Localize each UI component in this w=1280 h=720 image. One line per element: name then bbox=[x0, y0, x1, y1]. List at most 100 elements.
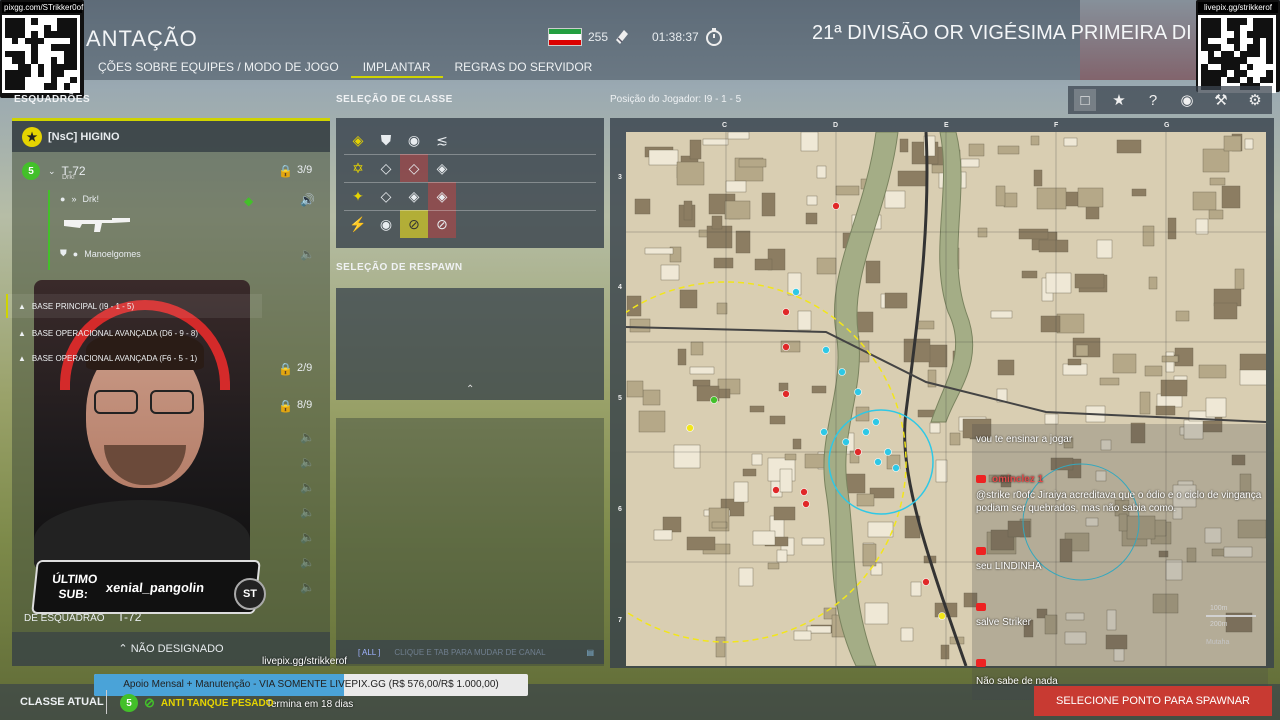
sniper-class-icon[interactable]: ◇ bbox=[372, 182, 400, 210]
heavy-anti-tank-class-icon[interactable]: ⊘ bbox=[400, 210, 428, 238]
shield-icon: ⛊ bbox=[60, 248, 67, 258]
match-timer: 01:38:37 bbox=[652, 30, 699, 44]
map-block bbox=[940, 644, 950, 660]
grenadier-class-icon[interactable]: ◇ bbox=[372, 154, 400, 182]
qr-pattern bbox=[2, 15, 80, 93]
driver-class-icon[interactable]: ◉ bbox=[400, 126, 428, 154]
map-block bbox=[1155, 405, 1176, 416]
pilot-class-icon[interactable]: ≲ bbox=[428, 126, 456, 154]
speaker-icon[interactable]: 🔈 bbox=[300, 555, 315, 569]
helmet-icon[interactable]: ◉ bbox=[1176, 89, 1198, 111]
map-block bbox=[676, 161, 705, 186]
map-marker bbox=[854, 388, 862, 396]
youtube-icon bbox=[976, 603, 986, 612]
automatic-class-icon[interactable]: ✦ bbox=[344, 182, 372, 210]
spawn-button[interactable]: SELECIONE PONTO PARA SPAWNAR bbox=[1034, 686, 1272, 716]
map-block bbox=[916, 320, 935, 330]
map-block bbox=[1062, 363, 1088, 376]
medic-class-icon[interactable]: ✡ bbox=[344, 154, 372, 182]
squad-leader-header[interactable]: ★ [NsC] HIGINO bbox=[12, 118, 330, 152]
speaker-icon[interactable]: 🔈 bbox=[300, 430, 315, 444]
map-block bbox=[1144, 365, 1163, 377]
map-block bbox=[1139, 391, 1151, 415]
lock-icon: 🔒 bbox=[278, 399, 293, 413]
chat-icon[interactable]: □ bbox=[1074, 89, 1096, 111]
send-icon[interactable]: ▤ bbox=[586, 648, 594, 657]
scout-class-icon[interactable]: ◈ bbox=[400, 182, 428, 210]
chat-text: seu LINDINHA bbox=[976, 561, 1042, 572]
gear-icon[interactable]: ⚙ bbox=[1244, 89, 1266, 111]
sapper-class-icon[interactable]: ◈ bbox=[428, 182, 456, 210]
map-row-label: 4 bbox=[618, 284, 622, 291]
map-block bbox=[1167, 217, 1177, 240]
engineer-class-icon[interactable]: ◈ bbox=[428, 154, 456, 182]
speaker-icon[interactable]: 🔈 bbox=[300, 580, 315, 594]
chevron-up-icon[interactable]: ⌃ bbox=[466, 384, 474, 395]
map-block bbox=[1160, 379, 1188, 397]
squad-member[interactable]: ● » Drk! bbox=[60, 194, 99, 204]
last-sub-box: ÚLTIMO SUB: xenial_pangolin bbox=[31, 560, 261, 614]
map-block bbox=[725, 180, 747, 193]
map-block bbox=[1192, 191, 1217, 211]
map-block bbox=[742, 468, 757, 477]
chat-message: salve Striker bbox=[976, 602, 1031, 628]
speaker-icon[interactable]: 🔈 bbox=[300, 455, 315, 469]
chat-input[interactable]: [ ALL ] CLIQUE E TAB PARA MUDAR DE CANAL… bbox=[336, 640, 604, 664]
speaker-icon[interactable]: 🔊 bbox=[300, 193, 315, 207]
lat-class-icon[interactable]: ⚡ bbox=[344, 210, 372, 238]
medic-icon: ● bbox=[60, 194, 66, 204]
map-block bbox=[1003, 192, 1018, 208]
chat-text: Não sabe de nada bbox=[976, 676, 1058, 687]
map-block bbox=[865, 260, 881, 284]
crewman-class-icon[interactable]: ◉ bbox=[372, 210, 400, 238]
map-block bbox=[626, 380, 644, 398]
map-toolbar: □ ★ ? ◉ ⚒ ⚙ bbox=[1068, 86, 1272, 114]
star-icon[interactable]: ★ bbox=[1108, 89, 1130, 111]
map-block bbox=[715, 636, 726, 658]
help-icon[interactable]: ? bbox=[1142, 89, 1164, 111]
map-block bbox=[677, 348, 687, 366]
map-block bbox=[884, 292, 908, 309]
map-column-label: G bbox=[1164, 122, 1170, 129]
raider-class-icon[interactable]: ⊘ bbox=[428, 210, 456, 238]
map-block bbox=[1099, 377, 1120, 386]
speaker-icon[interactable]: 🔈 bbox=[300, 530, 315, 544]
respawn-main-base[interactable]: ▲ BASE PRINCIPAL (I9 - 1 - 5) bbox=[6, 294, 262, 318]
map-block bbox=[864, 602, 889, 625]
speaker-icon[interactable]: 🔈 bbox=[300, 505, 315, 519]
tools-icon[interactable]: ⚒ bbox=[1210, 89, 1232, 111]
map-block bbox=[749, 405, 765, 413]
tab-server-rules[interactable]: REGRAS DO SERVIDOR bbox=[443, 58, 605, 78]
map-block bbox=[1030, 135, 1040, 146]
glasses-right bbox=[150, 390, 194, 414]
map-marker bbox=[922, 578, 930, 586]
map-marker bbox=[862, 428, 870, 436]
speaker-icon[interactable]: 🔈 bbox=[300, 247, 315, 261]
map-block bbox=[1213, 302, 1238, 320]
map-block bbox=[751, 453, 763, 466]
tab-team-info[interactable]: ÇÕES SOBRE EQUIPES / MODO DE JOGO bbox=[86, 58, 351, 78]
map-block bbox=[1244, 138, 1254, 150]
squad-member[interactable]: ⛊ ● Manoelgomes bbox=[60, 248, 141, 259]
map-block bbox=[867, 521, 894, 538]
ticket-count: 255 bbox=[588, 30, 609, 44]
map-block bbox=[702, 138, 729, 146]
youtube-icon bbox=[976, 659, 986, 668]
map-block bbox=[689, 366, 715, 375]
rifleman-class-icon[interactable]: ⛊ bbox=[372, 126, 400, 154]
respawn-fob-f6[interactable]: ▲ BASE OPERACIONAL AVANÇADA (F6 - 5 - 1) bbox=[18, 354, 197, 363]
squad-leader-class-icon[interactable]: ◈ bbox=[344, 126, 372, 154]
speaker-icon[interactable]: 🔈 bbox=[300, 480, 315, 494]
map-block bbox=[862, 543, 877, 567]
map-block bbox=[899, 138, 909, 153]
map-block bbox=[660, 264, 680, 281]
map-block bbox=[779, 468, 793, 493]
tab-deploy[interactable]: IMPLANTAR bbox=[350, 58, 443, 78]
chevron-down-icon: ⌄ bbox=[48, 165, 56, 176]
map-block bbox=[1077, 187, 1104, 208]
map-block bbox=[769, 415, 786, 425]
livepix-link: livepix.gg/strikkerof bbox=[262, 656, 348, 667]
respawn-fob-d6[interactable]: ▲ BASE OPERACIONAL AVANÇADA (D6 - 9 - 8) bbox=[18, 329, 198, 338]
map-marker bbox=[838, 368, 846, 376]
marksman-class-icon[interactable]: ◇ bbox=[400, 154, 428, 182]
